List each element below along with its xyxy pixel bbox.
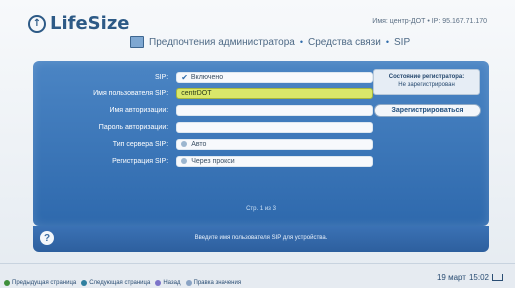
select-icon <box>181 158 188 164</box>
breadcrumb-item[interactable]: SIP <box>394 37 410 48</box>
registration-status-box: Состояние регистратора: Не зарегистриров… <box>373 69 480 95</box>
help-strip: ? Введите имя пользователя SIP для устро… <box>33 226 489 252</box>
username-row: Имя пользователя SIP: centrDOT <box>33 87 373 99</box>
settings-panel: SIP: ✔ Включено Имя пользователя SIP: ce… <box>33 61 489 226</box>
lifesize-logo: ↑ LifeSize <box>28 13 130 34</box>
blue-button-icon <box>81 280 88 286</box>
clock: 19 март 15:02 <box>437 273 503 282</box>
bottom-bar: Предыдущая страница Следующая страница Н… <box>0 263 515 288</box>
field-label: Имя пользователя SIP: <box>93 89 169 97</box>
screen: ↑ LifeSize Имя: центр-ДОТ • IP: 95.167.7… <box>0 0 515 288</box>
clock-date: 19 март <box>436 273 466 282</box>
field-label: Регистрация SIP: <box>112 157 169 165</box>
breadcrumb-separator: • <box>299 37 303 47</box>
lightblue-button-icon <box>185 280 192 286</box>
field-label: Пароль авторизации: <box>98 123 169 131</box>
breadcrumb-separator: • <box>385 37 390 47</box>
next-page-softkey[interactable]: Следующая страница <box>81 280 150 286</box>
select-icon <box>181 141 188 147</box>
network-icon <box>492 274 503 281</box>
status-value: Не зарегистрирован <box>398 82 455 88</box>
registration-value: Через прокси <box>191 157 235 165</box>
softkey-label: Назад <box>163 280 181 286</box>
sip-username-value: centrDOT <box>181 89 212 97</box>
prev-page-softkey[interactable]: Предыдущая страница <box>4 280 76 286</box>
page-indicator: Стр. 1 из 3 <box>246 206 276 212</box>
checkmark-icon: ✔ <box>181 72 188 82</box>
auth-name-row: Имя авторизации: <box>33 104 373 116</box>
computer-icon <box>130 36 144 48</box>
breadcrumb: Предпочтения администратора • Средства с… <box>130 36 410 48</box>
auth-name-field[interactable] <box>176 104 373 116</box>
sip-row: SIP: ✔ Включено <box>33 71 373 83</box>
register-button[interactable]: Зарегистрироваться <box>374 104 481 117</box>
edit-value-softkey[interactable]: Правка значения <box>185 280 242 286</box>
sip-username-field[interactable]: centrDOT <box>176 87 373 99</box>
clock-time: 15:02 <box>468 273 489 282</box>
logo-mark-icon: ↑ <box>28 14 46 33</box>
softkey-label: Правка значения <box>193 280 242 286</box>
breadcrumb-item[interactable]: Предпочтения администратора <box>149 37 295 48</box>
registration-select[interactable]: Через прокси <box>176 155 373 167</box>
purple-button-icon <box>155 280 162 286</box>
auth-password-field[interactable] <box>176 121 373 133</box>
logo-text: LifeSize <box>50 13 130 34</box>
sip-enabled-value: Включено <box>190 73 224 81</box>
field-label: Имя авторизации: <box>109 106 169 114</box>
field-label: Тип сервера SIP: <box>112 140 169 148</box>
softkey-label: Предыдущая страница <box>12 280 77 286</box>
softkey-label: Следующая страница <box>89 280 151 286</box>
softkeys: Предыдущая страница Следующая страница Н… <box>4 280 241 286</box>
server-type-value: Авто <box>191 140 207 148</box>
status-title: Состояние регистратора: <box>388 74 465 80</box>
server-type-row: Тип сервера SIP: Авто <box>33 138 373 150</box>
server-type-select[interactable]: Авто <box>176 138 373 150</box>
help-text: Введите имя пользователя SIP для устройс… <box>194 235 328 241</box>
sip-enabled-field[interactable]: ✔ Включено <box>176 71 373 83</box>
back-softkey[interactable]: Назад <box>155 280 181 286</box>
registration-row: Регистрация SIP: Через прокси <box>33 155 373 167</box>
green-button-icon <box>4 280 10 286</box>
auth-password-row: Пароль авторизации: <box>33 121 373 133</box>
field-label: SIP: <box>154 73 169 81</box>
breadcrumb-item[interactable]: Средства связи <box>308 37 381 48</box>
device-info: Имя: центр-ДОТ • IP: 95.167.71.170 <box>372 18 487 25</box>
